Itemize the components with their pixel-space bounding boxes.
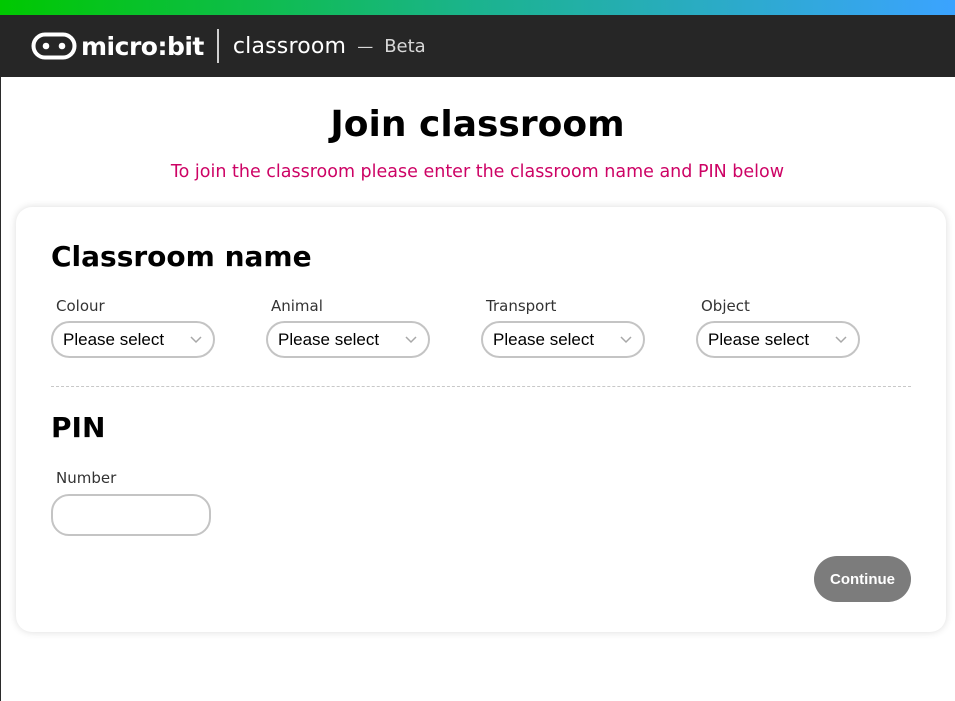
- object-label: Object: [701, 297, 750, 315]
- join-form-card: Classroom name Colour Please select Anim…: [16, 207, 946, 632]
- transport-select-value: Please select: [493, 329, 595, 349]
- colour-label: Colour: [56, 297, 105, 315]
- page-title: Join classroom: [330, 104, 625, 145]
- classroom-name-heading: Classroom name: [51, 240, 312, 273]
- chevron-down-icon: [190, 336, 202, 344]
- chevron-down-icon: [405, 336, 417, 344]
- section-divider: [51, 386, 911, 387]
- pin-number-label: Number: [56, 469, 117, 487]
- chevron-down-icon: [835, 336, 847, 344]
- colour-select-value: Please select: [63, 329, 165, 349]
- microbit-logo[interactable]: micro:bit: [31, 29, 204, 63]
- transport-label: Transport: [486, 297, 557, 315]
- animal-select[interactable]: Please select: [266, 321, 430, 358]
- pin-number-input[interactable]: [51, 494, 211, 536]
- object-select[interactable]: Please select: [696, 321, 860, 358]
- header-divider: [216, 29, 219, 63]
- page-subtitle: To join the classroom please enter the c…: [170, 162, 785, 182]
- accent-bar: [0, 0, 955, 15]
- app-header: micro:bit classroom — Beta: [0, 15, 955, 77]
- microbit-logo-icon: [31, 32, 77, 60]
- chevron-down-icon: [620, 336, 632, 344]
- animal-label: Animal: [271, 297, 323, 315]
- app-name: classroom: [232, 33, 347, 59]
- pin-heading: PIN: [51, 411, 106, 444]
- header-separator: —: [357, 36, 374, 56]
- beta-badge: Beta: [384, 35, 426, 57]
- colour-select[interactable]: Please select: [51, 321, 215, 358]
- logo-text: micro:bit: [81, 31, 204, 61]
- animal-select-value: Please select: [278, 329, 380, 349]
- object-select-value: Please select: [708, 329, 810, 349]
- transport-select[interactable]: Please select: [481, 321, 645, 358]
- continue-button[interactable]: Continue: [814, 556, 911, 602]
